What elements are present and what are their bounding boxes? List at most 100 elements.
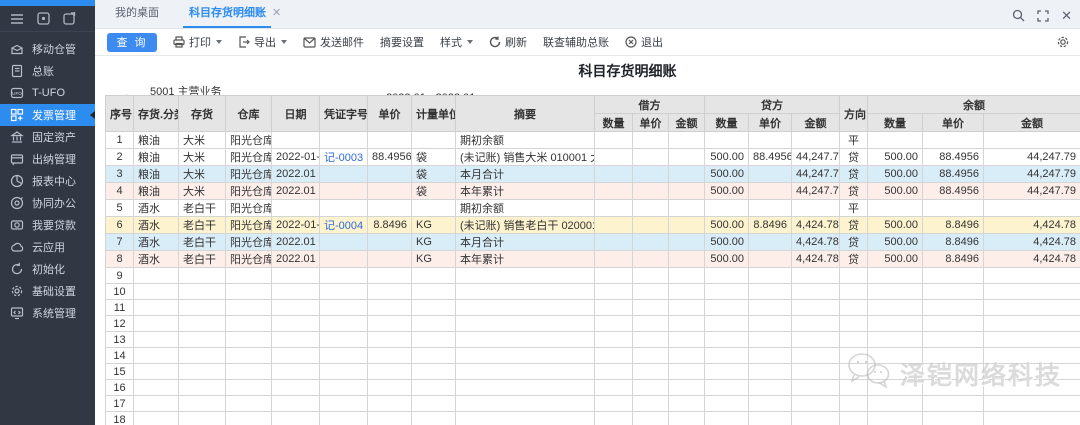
table-cell [368, 332, 412, 348]
table-cell [368, 348, 412, 364]
table-row[interactable]: 2粮油大米阳光仓库2022-01-03记-000388.4956袋(未记账) 销… [106, 149, 1080, 166]
query-button[interactable]: 查 询 [107, 33, 157, 52]
table-row[interactable]: 15 [106, 364, 1080, 380]
table-row[interactable]: 18 [106, 412, 1080, 425]
table-row[interactable]: 7酒水老白干阳光仓库2022.01KG本月合计500.004,424.78贷50… [106, 234, 1080, 251]
table-cell [320, 332, 368, 348]
table-row[interactable]: 14 [106, 348, 1080, 364]
table-cell: 老白干 [179, 251, 226, 268]
table-cell: 5 [106, 200, 134, 217]
table-cell [272, 300, 320, 316]
table-cell [705, 332, 749, 348]
table-row[interactable]: 11 [106, 300, 1080, 316]
table-cell [179, 332, 226, 348]
table-cell [412, 300, 456, 316]
table-cell [792, 200, 840, 217]
gear-icon[interactable] [1056, 35, 1070, 49]
table-cell [134, 380, 179, 396]
table-row[interactable]: 17 [106, 396, 1080, 412]
table-cell: 阳光仓库 [226, 234, 272, 251]
table-cell [134, 268, 179, 284]
sidebar-item-fixed-assets[interactable]: 固定资产 [0, 126, 95, 148]
table-cell: 12 [106, 316, 134, 332]
table-cell [412, 412, 456, 425]
close-icon[interactable]: ✕ [1061, 9, 1072, 22]
table-cell [984, 284, 1080, 300]
menu-icon[interactable] [10, 13, 24, 25]
voucher-link[interactable]: 记-0003 [324, 152, 363, 164]
voucher-link[interactable]: 记-0004 [324, 220, 363, 232]
table-row[interactable]: 1粮油大米阳光仓库期初余额平 [106, 132, 1080, 149]
table-cell [320, 132, 368, 149]
table-cell: 贷 [840, 166, 868, 183]
sidebar-item-t-ufo[interactable]: UFOT-UFO [0, 82, 95, 104]
print-button[interactable]: 打印 [173, 34, 222, 50]
table-cell [368, 380, 412, 396]
table-cell: 酒水 [134, 234, 179, 251]
table-cell: 4 [106, 183, 134, 200]
export-button[interactable]: 导出 [238, 34, 287, 50]
chevron-down-icon [216, 40, 222, 44]
sidebar-item-cloud-app[interactable]: 云应用 [0, 236, 95, 258]
table-cell [134, 332, 179, 348]
table-cell [984, 380, 1080, 396]
table-cell [633, 364, 669, 380]
sidebar-item-collaboration[interactable]: 协同办公 [0, 192, 95, 214]
refresh-button[interactable]: 刷新 [489, 34, 527, 50]
table-cell: 记-0004 [320, 217, 368, 234]
table-row[interactable]: 5酒水老白干阳光仓库期初余额平 [106, 200, 1080, 217]
table-cell [320, 396, 368, 412]
table-row[interactable]: 6酒水老白干阳光仓库2022-01-03记-00048.8496KG(未记账) … [106, 217, 1080, 234]
sidebar-item-report-center[interactable]: 报表中心 [0, 170, 95, 192]
fullscreen-icon[interactable] [1037, 10, 1049, 22]
search-icon[interactable] [1012, 9, 1025, 22]
tab-label: 科目存货明细账 [189, 7, 266, 19]
tab-subject-inventory-ledger[interactable]: 科目存货明细账 ✕ [185, 4, 285, 28]
table-row[interactable]: 12 [106, 316, 1080, 332]
table-cell [456, 412, 595, 425]
table-cell: 14 [106, 348, 134, 364]
sidebar-item-cashier[interactable]: 出纳管理 [0, 148, 95, 170]
sidebar-item-basic-settings[interactable]: 基础设置 [0, 280, 95, 302]
sidebar-item-ledger[interactable]: 总账 [0, 60, 95, 82]
table-row[interactable]: 13 [106, 332, 1080, 348]
summary-settings-button[interactable]: 摘要设置 [380, 34, 424, 50]
exit-button[interactable]: 退出 [625, 34, 663, 50]
t-ufo-icon: UFO [10, 86, 24, 100]
table-cell [320, 234, 368, 251]
send-mail-button[interactable]: 发送邮件 [303, 34, 364, 50]
table-cell [179, 380, 226, 396]
table-row[interactable]: 3粮油大米阳光仓库2022.01袋本月合计500.0044,247.79贷500… [106, 166, 1080, 183]
sidebar-item-system-management[interactable]: 系统管理 [0, 302, 95, 324]
tab-close-icon[interactable]: ✕ [272, 7, 281, 19]
table-row[interactable]: 9 [106, 268, 1080, 284]
table-cell: 8 [106, 251, 134, 268]
table-cell [320, 380, 368, 396]
sidebar-item-mobile-warehouse[interactable]: 移动仓管 [0, 38, 95, 60]
table-cell: 大米 [179, 149, 226, 166]
table-cell [633, 183, 669, 200]
table-cell: 老白干 [179, 200, 226, 217]
style-button[interactable]: 样式 [440, 34, 473, 50]
report-center-icon [10, 174, 24, 188]
sidebar-item-loan[interactable]: 我要贷款 [0, 214, 95, 236]
table-row[interactable]: 4粮油大米阳光仓库2022.01袋本年累计500.0044,247.79贷500… [106, 183, 1080, 200]
sidebar-item-invoice[interactable]: 发票管理 [0, 104, 95, 126]
table-cell [923, 300, 984, 316]
table-cell: 44,247.79 [792, 183, 840, 200]
table-row[interactable]: 10 [106, 284, 1080, 300]
table-cell: KG [412, 251, 456, 268]
table-cell: 阳光仓库 [226, 200, 272, 217]
table-row[interactable]: 8酒水老白干阳光仓库2022.01KG本年累计500.004,424.78贷50… [106, 251, 1080, 268]
table-cell [134, 348, 179, 364]
sidebar-item-initialize[interactable]: 初始化 [0, 258, 95, 280]
new-window-icon[interactable] [63, 12, 76, 25]
tab-my-desktop[interactable]: 我的桌面 [111, 4, 163, 28]
table-cell [595, 166, 633, 183]
qr-scan-icon[interactable] [37, 12, 50, 25]
table-cell [320, 348, 368, 364]
table-cell: 88.4956 [368, 149, 412, 166]
link-auxiliary-ledger-button[interactable]: 联查辅助总账 [543, 34, 609, 50]
table-cell: (未记账) 销售大米 010001 大米 [456, 149, 595, 166]
table-row[interactable]: 16 [106, 380, 1080, 396]
